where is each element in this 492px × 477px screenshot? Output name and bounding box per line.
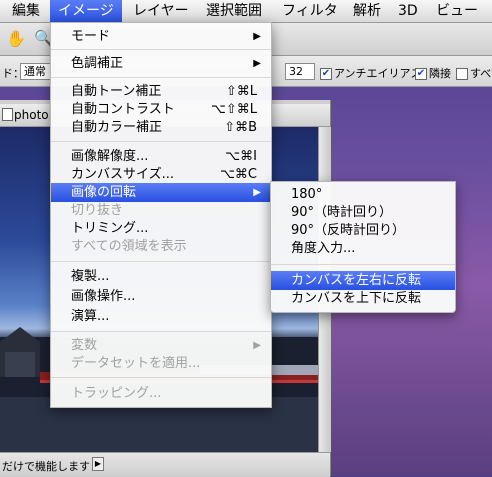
menu-item-flip-horizontal[interactable]: カンバスを左右に反転 (271, 271, 455, 290)
menu-layer[interactable]: レイヤー (125, 0, 197, 22)
menu-item-shortcut: ⌥⌘C (219, 167, 257, 182)
menu-separator (51, 49, 271, 50)
menu-item-variables: 変数 ▶ (51, 336, 271, 355)
menu-item-label: カンバスを左右に反転 (291, 273, 422, 288)
antialias-label: アンチエイリアス (334, 67, 422, 80)
menu-item-label: 90°（時計回り） (291, 205, 393, 220)
menu-item-label: 演算... (71, 309, 110, 324)
menu-analysis[interactable]: 解析 (345, 0, 389, 22)
checkbox-checked-icon: ✔ (415, 68, 427, 80)
submenu-arrow-icon: ▶ (253, 31, 261, 42)
submenu-arrow-icon: ▶ (253, 340, 261, 351)
menu-edit[interactable]: 編集 (4, 0, 48, 22)
contiguous-label: 隣接 (429, 67, 451, 80)
menu-item-label: 複製... (71, 269, 110, 284)
menu-item-label: カンバスを上下に反転 (291, 291, 422, 306)
menu-image[interactable]: イメージ (50, 0, 122, 22)
checkbox-checked-icon: ✔ (320, 68, 332, 80)
menu-item-calculations[interactable]: 演算... (51, 307, 271, 326)
menu-item-label: 角度入力... (291, 241, 356, 256)
menu-item-label: 90°（反時計回り） (291, 223, 406, 238)
menu-separator (51, 141, 271, 142)
menu-item-rotate-90-cw[interactable]: 90°（時計回り） (271, 203, 455, 222)
menu-item-apply-data-set: データセットを適用... (51, 354, 271, 373)
checkbox-unchecked-icon (456, 68, 468, 80)
all-layers-label: すべて (470, 67, 492, 80)
menu-item-auto-contrast[interactable]: 自動コントラスト ⌥⇧⌘L (51, 100, 271, 119)
menu-item-label: モード (71, 29, 111, 44)
menu-item-rotate-180[interactable]: 180° (271, 185, 455, 204)
menu-item-label: 180° (291, 187, 323, 202)
submenu-arrow-icon: ▶ (253, 58, 261, 69)
menu-item-canvas-size[interactable]: カンバスサイズ... ⌥⌘C (51, 165, 271, 184)
menu-item-label: 色調補正 (71, 56, 124, 71)
menu-item-auto-tone[interactable]: 自動トーン補正 ⇧⌘L (51, 82, 271, 101)
menu-item-rotate-90-ccw[interactable]: 90°（反時計回り） (271, 221, 455, 240)
status-text: だけで機能します (2, 460, 90, 473)
menu-item-label: トリミング... (71, 221, 149, 236)
menu-item-label: 自動カラー補正 (71, 120, 163, 135)
image-menu: モード ▶ 色調補正 ▶ 自動トーン補正 ⇧⌘L 自動コントラスト ⌥⇧⌘L 自動カラー… (50, 22, 272, 408)
mode-select[interactable]: 通常 (20, 63, 54, 80)
menu-item-trap: トラッピング... (51, 384, 271, 403)
menu-item-label: 変数 (71, 338, 98, 353)
menu-item-auto-color[interactable]: 自動カラー補正 ⇧⌘B (51, 118, 271, 137)
menu-separator (51, 261, 271, 262)
menu-item-adjustments[interactable]: 色調補正 ▶ (51, 54, 271, 73)
menu-item-label: すべての領域を表示 (71, 239, 187, 254)
menu-item-label: 自動トーン補正 (71, 84, 162, 99)
menu-item-label: 切り抜き (71, 203, 124, 218)
menu-item-apply-image[interactable]: 画像操作... (51, 287, 271, 306)
menu-item-shortcut: ⇧⌘L (225, 84, 257, 99)
menu-item-label: 画像の回転 (71, 185, 137, 200)
menu-separator (51, 77, 271, 78)
antialias-checkbox[interactable]: ✔ アンチエイリアス (320, 65, 422, 81)
menu-filter[interactable]: フィルタ (274, 0, 346, 22)
size-input[interactable]: 32 (285, 63, 315, 80)
image-rotation-submenu: 180° 90°（時計回り） 90°（反時計回り） 角度入力... カンバスを左… (270, 181, 456, 313)
contiguous-checkbox[interactable]: ✔ 隣接 (415, 65, 451, 81)
menu-item-shortcut: ⌥⌘I (225, 149, 257, 164)
menu-item-image-size[interactable]: 画像解像度... ⌥⌘I (51, 147, 271, 166)
menu-item-label: カンバスサイズ... (71, 167, 175, 182)
status-bar: だけで機能します ▶ (0, 452, 330, 477)
status-menu-arrow-icon[interactable]: ▶ (92, 457, 104, 471)
hand-tool-icon[interactable]: ✋ (6, 29, 26, 48)
menu-item-flip-vertical[interactable]: カンバスを上下に反転 (271, 289, 455, 308)
menu-bar: 編集 イメージ レイヤー 選択範囲 フィルタ 解析 3D ビュー (0, 0, 492, 23)
menu-item-mode[interactable]: モード ▶ (51, 27, 271, 46)
menu-item-trim[interactable]: トリミング... (51, 219, 271, 238)
submenu-arrow-icon: ▶ (253, 187, 261, 198)
menu-separator (271, 264, 455, 265)
menu-item-duplicate[interactable]: 複製... (51, 267, 271, 286)
menu-separator (51, 377, 271, 378)
menu-select[interactable]: 選択範囲 (198, 0, 270, 22)
menu-item-label: 自動コントラスト (71, 102, 175, 117)
menu-item-shortcut: ⌥⇧⌘L (210, 102, 257, 117)
menu-item-label: トラッピング... (71, 386, 162, 401)
menu-item-arbitrary[interactable]: 角度入力... (271, 239, 455, 258)
menu-view[interactable]: ビュー (428, 0, 486, 22)
menu-separator (51, 331, 271, 332)
menu-item-image-rotation[interactable]: 画像の回転 ▶ (51, 183, 271, 202)
document-icon (2, 108, 13, 121)
menu-item-reveal-all: すべての領域を表示 (51, 237, 271, 256)
menu-item-label: データセットを適用... (71, 356, 201, 371)
all-layers-checkbox[interactable]: すべて (456, 65, 492, 81)
menu-item-shortcut: ⇧⌘B (224, 120, 257, 135)
menu-item-label: 画像操作... (71, 289, 136, 304)
menu-3d[interactable]: 3D (390, 0, 426, 22)
document-title: photo (14, 108, 49, 122)
menu-item-crop: 切り抜き (51, 201, 271, 220)
menu-item-label: 画像解像度... (71, 149, 149, 164)
